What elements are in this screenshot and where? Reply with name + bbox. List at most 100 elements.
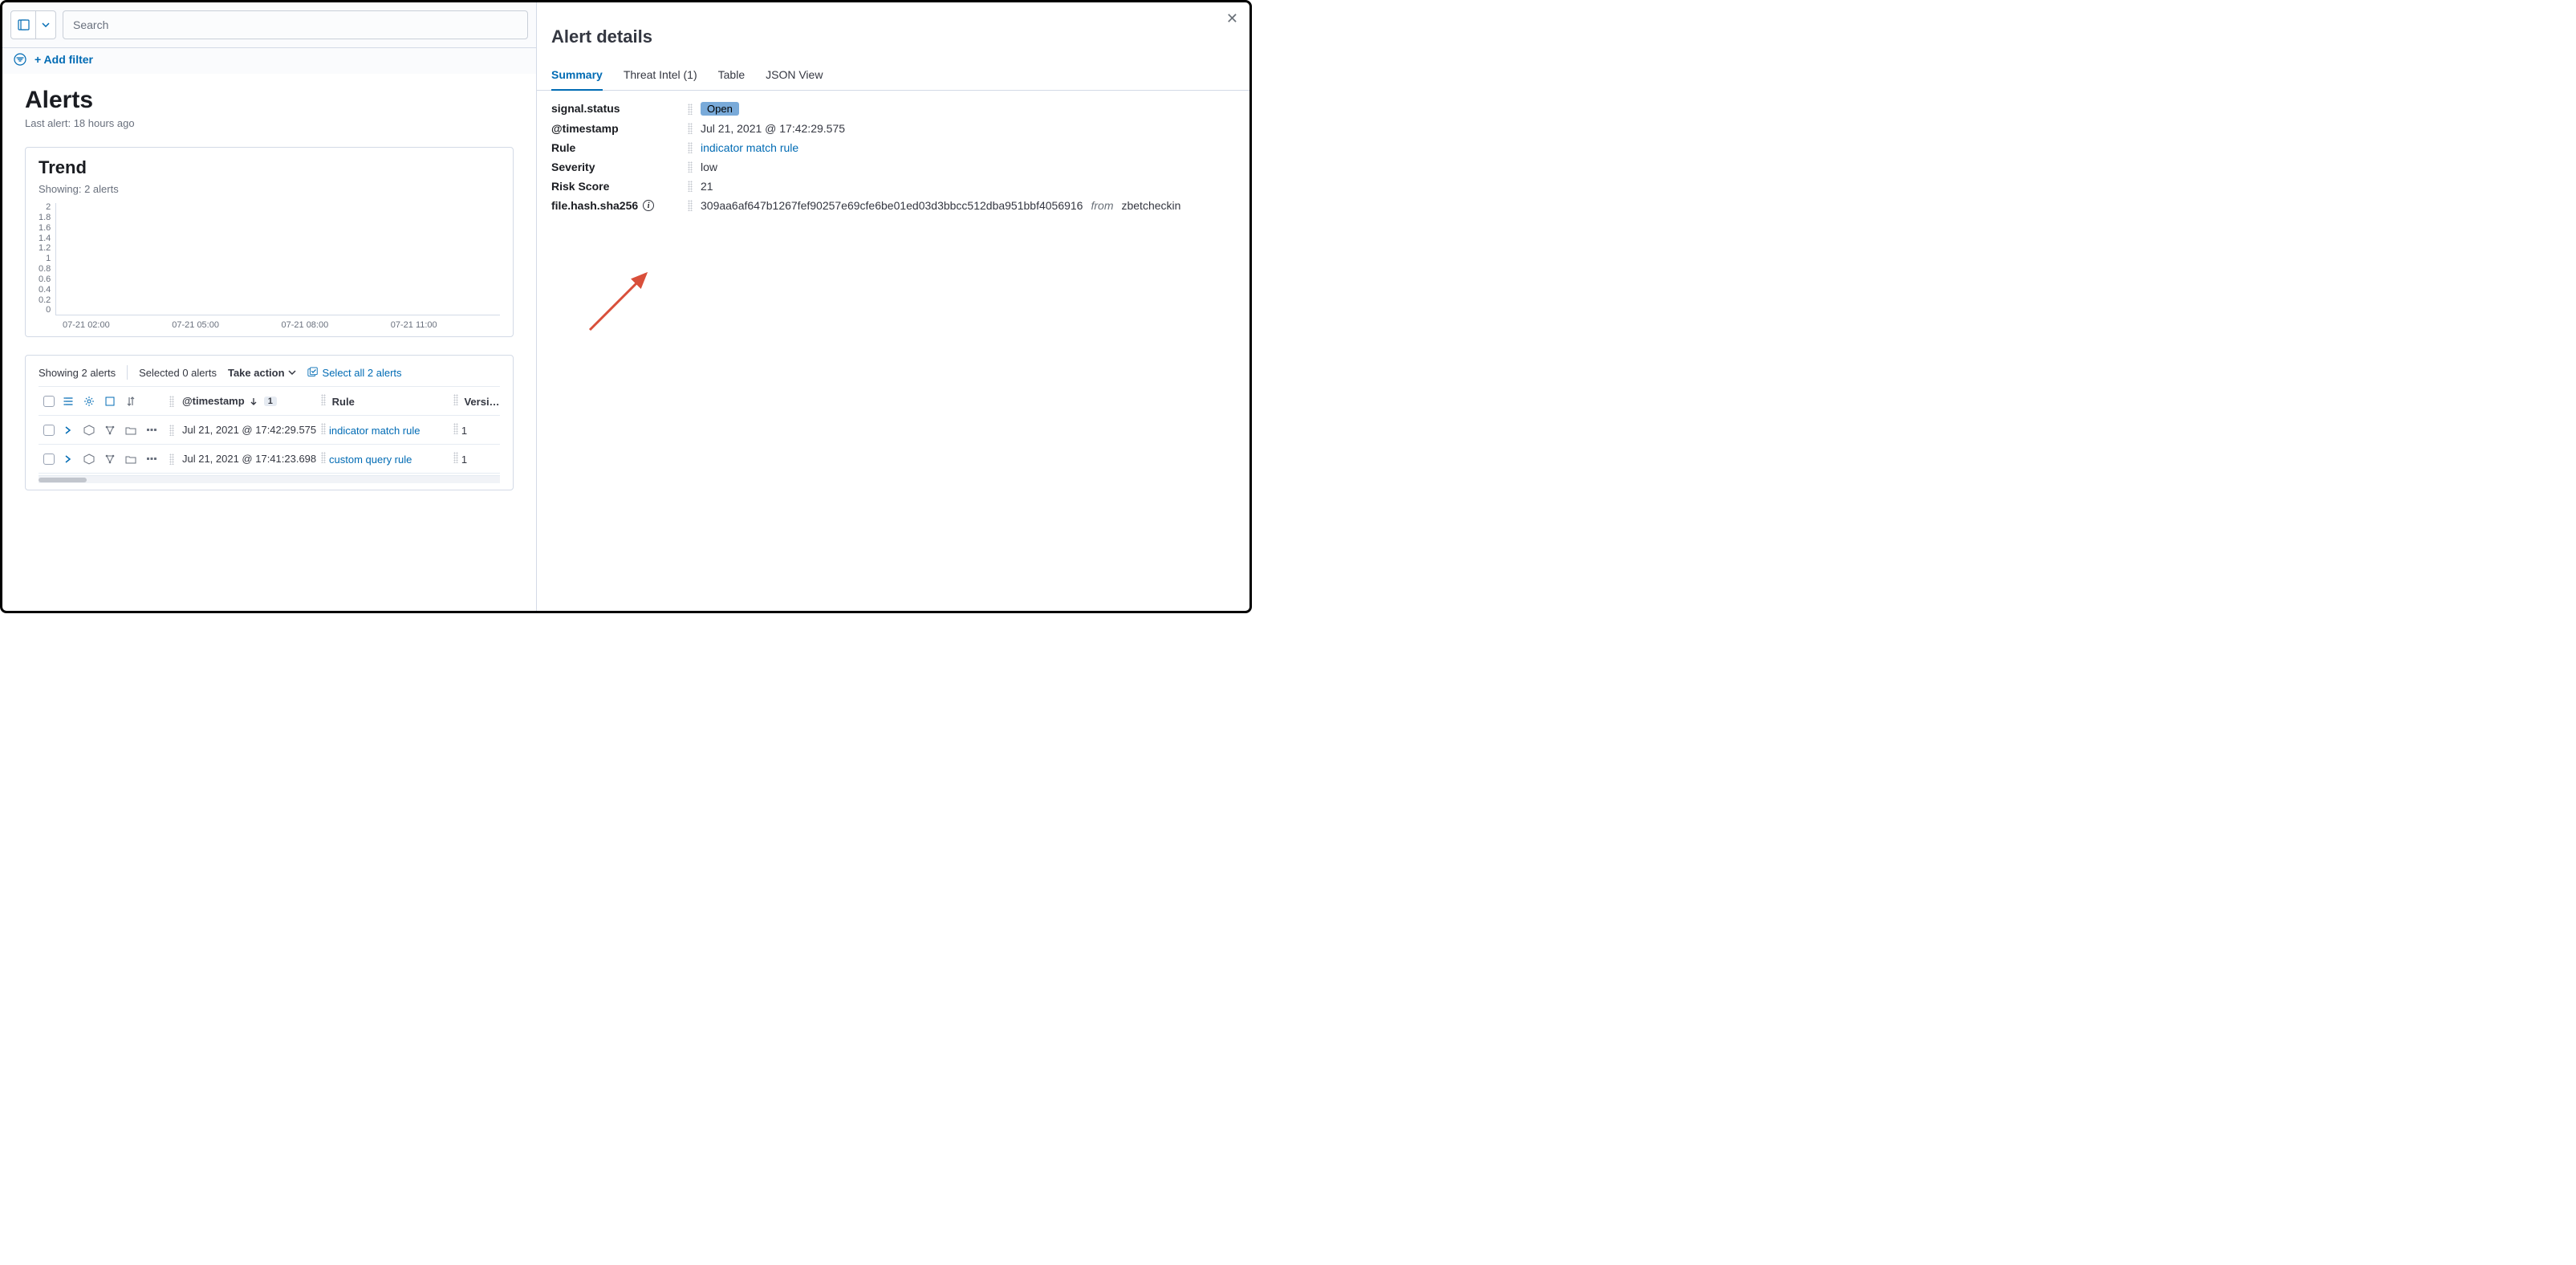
drag-handle-icon[interactable] — [453, 394, 458, 405]
sort-icon[interactable] — [124, 395, 137, 408]
saved-query-icon[interactable] — [11, 11, 35, 39]
drag-handle-icon[interactable] — [169, 396, 174, 407]
from-label: from — [1091, 199, 1113, 212]
chevron-down-icon[interactable] — [35, 11, 55, 39]
tab-table[interactable]: Table — [718, 62, 745, 90]
tab-threat-intel[interactable]: Threat Intel (1) — [624, 62, 697, 90]
page-title: Alerts — [25, 87, 514, 114]
sort-priority-badge: 1 — [264, 397, 277, 406]
cell-rule[interactable]: custom query rule — [329, 454, 412, 466]
analyze-icon[interactable] — [83, 453, 95, 466]
y-tick: 0.4 — [39, 286, 51, 295]
trend-title: Trend — [39, 157, 500, 178]
page-subtitle: Last alert: 18 hours ago — [25, 117, 514, 129]
drag-handle-icon[interactable] — [688, 123, 693, 134]
info-icon[interactable]: i — [643, 200, 654, 211]
y-tick: 0 — [46, 306, 51, 315]
trend-subtitle: Showing: 2 alerts — [39, 183, 500, 195]
field-rule-label: Rule — [551, 141, 688, 154]
divider — [127, 365, 128, 380]
col-header-version[interactable]: Versi… — [464, 396, 499, 408]
cell-version: 1 — [461, 454, 467, 466]
tab-summary[interactable]: Summary — [551, 62, 603, 91]
field-signal-status-label: signal.status — [551, 102, 688, 115]
drag-handle-icon[interactable] — [688, 181, 693, 192]
showing-count: Showing 2 alerts — [39, 367, 116, 379]
drag-handle-icon[interactable] — [169, 425, 174, 436]
cell-timestamp: Jul 21, 2021 @ 17:41:23.698 — [182, 453, 316, 465]
field-severity-label: Severity — [551, 161, 688, 173]
field-timestamp-value: Jul 21, 2021 @ 17:42:29.575 — [701, 122, 845, 135]
select-all-button[interactable]: Select all 2 alerts — [307, 367, 402, 379]
cell-version: 1 — [461, 425, 467, 437]
field-file-hash-label-text: file.hash.sha256 — [551, 199, 638, 212]
field-risk-score-value: 21 — [701, 180, 713, 193]
y-tick: 0.2 — [39, 296, 51, 306]
chart-plot-area — [55, 203, 500, 315]
list-icon[interactable] — [62, 395, 75, 408]
drag-handle-icon[interactable] — [453, 452, 458, 463]
graph-icon[interactable] — [104, 453, 116, 466]
col-header-rule[interactable]: Rule — [332, 396, 355, 408]
expand-icon[interactable] — [62, 424, 75, 437]
drag-handle-icon[interactable] — [688, 142, 693, 153]
expand-icon[interactable] — [62, 453, 75, 466]
drag-handle-icon[interactable] — [688, 104, 693, 115]
close-button[interactable]: ✕ — [1226, 10, 1238, 27]
query-language-switcher[interactable] — [10, 10, 56, 39]
field-rule-value[interactable]: indicator match rule — [701, 141, 798, 154]
horizontal-scrollbar[interactable] — [39, 475, 500, 483]
drag-handle-icon[interactable] — [321, 394, 326, 405]
drag-handle-icon[interactable] — [688, 161, 693, 173]
table-row[interactable]: Jul 21, 2021 @ 17:41:23.698 custom query… — [39, 445, 500, 474]
take-action-label: Take action — [228, 367, 285, 379]
add-filter-button[interactable]: + Add filter — [35, 53, 93, 66]
x-tick: 07-21 02:00 — [63, 320, 172, 330]
y-tick: 0.6 — [39, 275, 51, 285]
status-badge: Open — [701, 102, 739, 116]
drag-handle-icon[interactable] — [321, 452, 326, 463]
fullscreen-icon[interactable] — [104, 395, 116, 408]
select-all-checkbox[interactable] — [43, 396, 55, 407]
cell-timestamp: Jul 21, 2021 @ 17:42:29.575 — [182, 424, 316, 436]
graph-icon[interactable] — [104, 424, 116, 437]
field-severity-value: low — [701, 161, 717, 173]
flyout-title: Alert details — [537, 2, 1249, 62]
search-placeholder: Search — [73, 18, 108, 31]
more-icon[interactable] — [145, 424, 158, 437]
select-all-label: Select all 2 alerts — [323, 367, 402, 379]
y-tick: 0.8 — [39, 265, 51, 275]
filter-icon[interactable] — [14, 53, 26, 66]
field-timestamp-label: @timestamp — [551, 122, 688, 135]
table-row[interactable]: Jul 21, 2021 @ 17:42:29.575 indicator ma… — [39, 416, 500, 445]
y-tick: 1.8 — [39, 214, 51, 223]
col-header-timestamp[interactable]: @timestamp — [182, 395, 245, 407]
row-checkbox[interactable] — [43, 425, 55, 436]
x-tick: 07-21 08:00 — [282, 320, 391, 330]
drag-handle-icon[interactable] — [453, 423, 458, 434]
selected-count: Selected 0 alerts — [139, 367, 217, 379]
more-icon[interactable] — [145, 453, 158, 466]
from-value: zbetcheckin — [1121, 199, 1180, 212]
drag-handle-icon[interactable] — [169, 454, 174, 465]
search-input[interactable]: Search — [63, 10, 528, 39]
drag-handle-icon[interactable] — [688, 200, 693, 211]
field-file-hash-value: 309aa6af647b1267fef90257e69cfe6be01ed03d… — [701, 199, 1083, 212]
take-action-button[interactable]: Take action — [228, 367, 296, 379]
folder-icon[interactable] — [124, 424, 137, 437]
trend-chart: 21.81.61.41.210.80.60.40.20 — [39, 203, 500, 315]
analyze-icon[interactable] — [83, 424, 95, 437]
drag-handle-icon[interactable] — [321, 423, 326, 434]
gear-icon[interactable] — [83, 395, 95, 408]
folder-icon[interactable] — [124, 453, 137, 466]
cell-rule[interactable]: indicator match rule — [329, 425, 420, 437]
y-tick: 1 — [46, 254, 51, 264]
y-tick: 1.6 — [39, 224, 51, 234]
x-tick: 07-21 11:00 — [391, 320, 500, 330]
tab-json-view[interactable]: JSON View — [766, 62, 823, 90]
field-risk-score-label: Risk Score — [551, 180, 688, 193]
row-checkbox[interactable] — [43, 454, 55, 465]
y-tick: 1.4 — [39, 234, 51, 244]
y-tick: 1.2 — [39, 244, 51, 254]
field-file-hash-label: file.hash.sha256 i — [551, 199, 688, 212]
